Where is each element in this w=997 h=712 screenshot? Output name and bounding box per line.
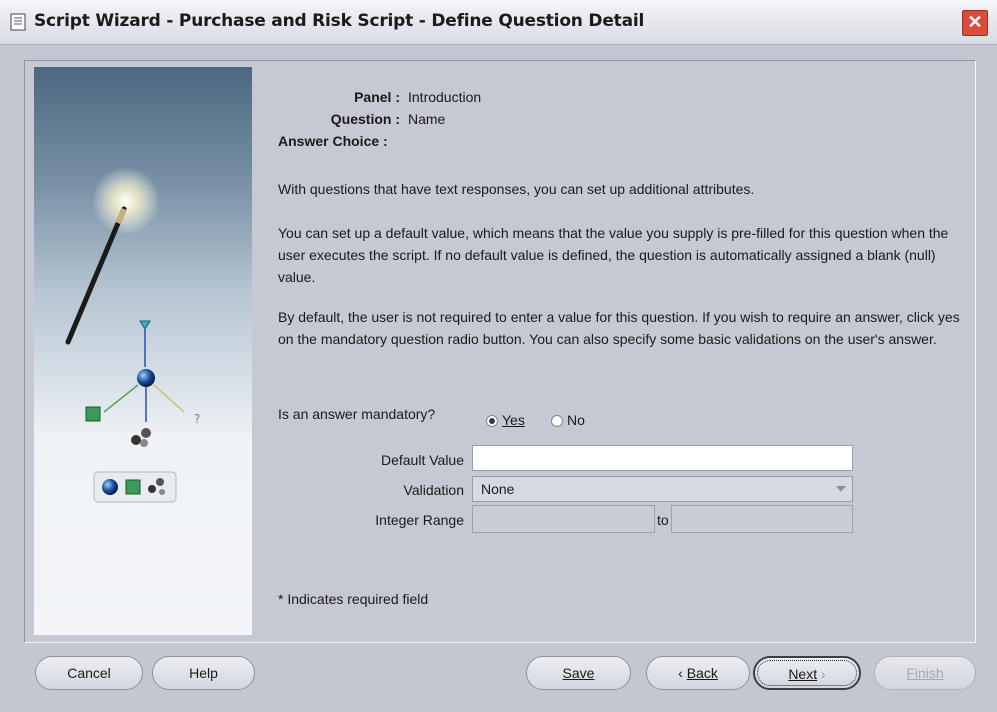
chevron-down-icon	[836, 486, 846, 492]
cancel-button[interactable]: Cancel	[35, 656, 143, 690]
title-bar: Script Wizard - Purchase and Risk Script…	[0, 0, 997, 45]
question-label: Question :	[330, 111, 400, 127]
next-label: Next	[788, 666, 818, 682]
funnel-icon	[139, 320, 151, 330]
back-label: Back	[686, 665, 718, 681]
answer-choice-label: Answer Choice :	[278, 133, 388, 149]
script-icon	[10, 13, 26, 31]
validation-select[interactable]: None	[472, 476, 853, 502]
integer-range-label: Integer Range	[375, 512, 464, 528]
molecule-icon	[131, 435, 141, 445]
range-from-input[interactable]	[472, 505, 655, 533]
mandatory-yes-label[interactable]: Yes	[502, 412, 525, 428]
magic-wand-illustration: ?	[65, 167, 200, 503]
finish-button: Finish	[874, 656, 976, 690]
svg-text:?: ?	[194, 412, 200, 426]
mandatory-no-label[interactable]: No	[567, 412, 585, 428]
mandatory-yes-radio[interactable]	[486, 415, 498, 427]
default-value-input[interactable]	[472, 445, 853, 471]
chevron-right-icon: ›	[817, 666, 826, 682]
wand-icon	[65, 206, 127, 345]
default-value-paragraph: You can set up a default value, which me…	[278, 225, 949, 285]
close-icon: ✕	[967, 12, 983, 32]
panel-label: Panel :	[354, 89, 400, 105]
help-button[interactable]: Help	[152, 656, 255, 690]
question-value: Name	[408, 111, 446, 127]
save-button[interactable]: Save	[526, 656, 631, 690]
validation-selected-value: None	[481, 481, 515, 497]
panel-value: Introduction	[408, 89, 482, 105]
save-label: Save	[562, 665, 595, 681]
range-to-input[interactable]	[671, 505, 853, 533]
sparkle-icon	[92, 167, 160, 235]
finish-label: Finish	[906, 665, 944, 681]
tray-cube-icon	[125, 479, 141, 495]
cube-icon	[85, 406, 101, 422]
help-label: Help	[189, 665, 218, 681]
tray-molecule-icon	[148, 485, 156, 493]
intro-paragraph: With questions that have text responses,…	[278, 181, 755, 197]
wizard-illustration: ?	[34, 67, 252, 635]
tray-sphere-icon	[102, 479, 118, 495]
mandatory-paragraph: By default, the user is not required to …	[278, 309, 960, 347]
next-button[interactable]: Next ›	[753, 656, 861, 690]
mandatory-label: Is an answer mandatory?	[278, 406, 436, 422]
range-to-label: to	[657, 512, 669, 528]
close-button[interactable]: ✕	[962, 10, 988, 36]
default-value-label: Default Value	[380, 452, 464, 468]
chevron-left-icon: ‹	[678, 665, 687, 681]
back-button[interactable]: ‹ Back	[646, 656, 750, 690]
validation-label: Validation	[403, 482, 464, 498]
mandatory-no-radio[interactable]	[551, 415, 563, 427]
window-title: Script Wizard - Purchase and Risk Script…	[34, 11, 645, 31]
required-field-note: * Indicates required field	[278, 591, 429, 607]
cancel-label: Cancel	[67, 665, 111, 681]
sphere-icon	[137, 369, 155, 387]
